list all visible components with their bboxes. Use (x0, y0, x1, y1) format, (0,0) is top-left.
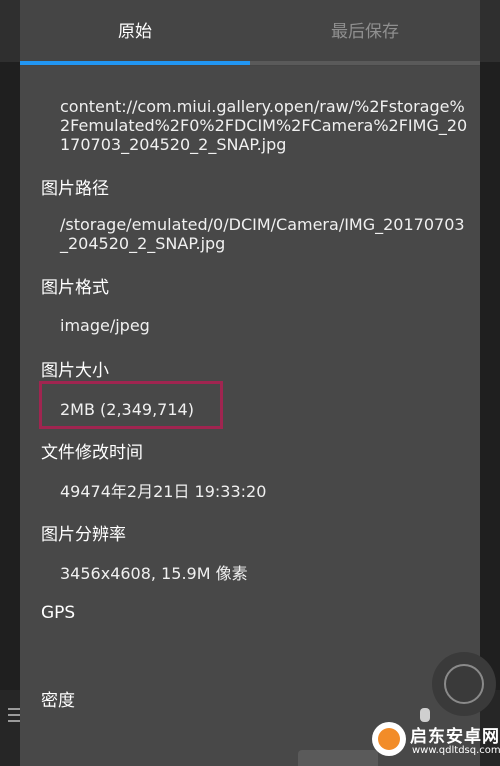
gps-label: GPS (41, 603, 76, 623)
resolution-value: 3456x4608, 15.9M 像素 (60, 564, 248, 583)
format-value: image/jpeg (60, 316, 150, 335)
tab-bar: 原始 最后保存 (20, 0, 480, 66)
path-value: /storage/emulated/0/DCIM/Camera/IMG_2017… (60, 215, 465, 253)
size-value: 2MB (2,349,714) (60, 400, 194, 419)
density-label: 密度 (41, 691, 75, 711)
watermark-url: www.qdltdsq.com (412, 745, 500, 756)
content-uri-value: content://com.miui.gallery.open/raw/%2Fs… (60, 97, 468, 154)
image-details-dialog: 原始 最后保存 content://com.miui.gallery.open/… (20, 0, 480, 766)
tab-last-saved[interactable]: 最后保存 (250, 0, 480, 62)
modified-value: 49474年2月21日 19:33:20 (60, 482, 267, 501)
watermark: 启东安卓网 www.qdltdsq.com (360, 718, 500, 766)
tab-original[interactable]: 原始 (20, 0, 250, 62)
size-label: 图片大小 (41, 361, 109, 381)
watermark-title: 启东安卓网 (410, 727, 500, 747)
resolution-label: 图片分辨率 (41, 525, 126, 545)
path-label: 图片路径 (41, 179, 109, 199)
tab-active-indicator (20, 61, 250, 65)
format-label: 图片格式 (41, 278, 109, 298)
floating-circle-button[interactable] (432, 652, 496, 716)
circle-icon (444, 664, 484, 704)
watermark-logo-icon (372, 722, 406, 756)
modified-label: 文件修改时间 (41, 443, 143, 463)
